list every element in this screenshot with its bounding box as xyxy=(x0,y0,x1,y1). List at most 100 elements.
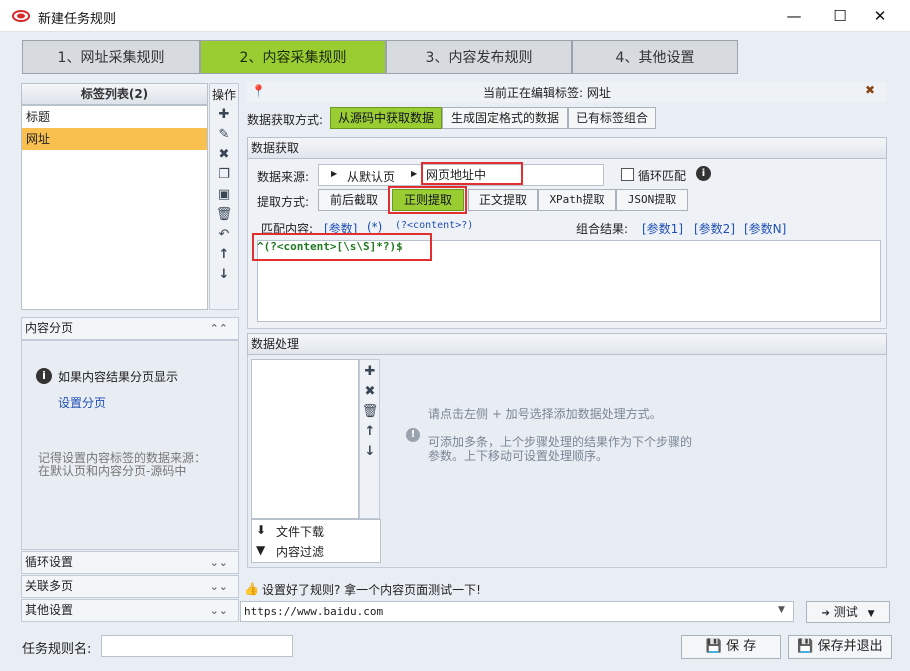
loop-settings-label: 循环设置 xyxy=(25,555,74,569)
tag-item-url[interactable]: 网址 xyxy=(22,128,207,150)
extract-body[interactable]: 正文提取 xyxy=(468,189,538,211)
test-button-label: 测试 xyxy=(833,605,858,619)
save-button[interactable]: 💾 保 存 xyxy=(681,635,781,659)
dropdown-arrow-icon: ▼ xyxy=(867,609,875,619)
step-other-settings[interactable]: 4、其他设置 xyxy=(572,40,738,74)
step-content-rules[interactable]: 2、内容采集规则 xyxy=(200,40,386,74)
token-param1[interactable]: [参数1] xyxy=(642,220,683,237)
test-url-value: https://www.baidu.com xyxy=(244,605,384,618)
extract-label: 提取方式: xyxy=(257,195,310,209)
token-content[interactable]: (?<content>?) xyxy=(395,220,473,231)
add-icon[interactable]: ✚ xyxy=(360,362,380,382)
source-current[interactable]: 网页地址中 xyxy=(426,166,486,183)
test-prompt: 设置好了规则? 拿一个内容页面测试一下! xyxy=(262,583,481,597)
test-url-input[interactable]: https://www.baidu.com ▼ xyxy=(240,601,794,622)
fetch-section: 数据来源: ▶ 从默认页 ▶ 网页地址中 循环匹配 i 提取方式: 前后截取 正… xyxy=(247,159,887,329)
thumbs-up-icon: 👍 xyxy=(244,582,259,596)
trash-icon[interactable]: 🗑 xyxy=(360,402,380,422)
move-down-icon[interactable]: ↓ xyxy=(214,265,234,285)
regex-code[interactable]: ^(?<content>[\s\S]*?)$ xyxy=(257,240,403,253)
move-up-icon[interactable]: ↑ xyxy=(360,422,380,442)
regex-highlight xyxy=(388,186,467,214)
processing-list[interactable] xyxy=(251,359,359,519)
app-logo-icon xyxy=(12,10,30,22)
paging-title: 内容分页 xyxy=(25,321,74,335)
paste-icon[interactable]: ▣ xyxy=(214,185,234,205)
paging-hint-2: 在默认页和内容分页-源码中 xyxy=(38,464,187,478)
chevron-up-icon: ⌃⌃ xyxy=(209,322,228,335)
paging-body: i 如果内容结果分页显示 设置分页 记得设置内容标签的数据来源： 在默认页和内容… xyxy=(21,340,239,550)
method-source[interactable]: 从源码中获取数据 xyxy=(330,107,442,129)
method-fixed[interactable]: 生成固定格式的数据 xyxy=(442,107,568,129)
processing-section-header: 数据处理 xyxy=(247,333,887,355)
extract-json[interactable]: JSON提取 xyxy=(616,189,688,211)
delete-icon[interactable]: ✖ xyxy=(360,382,380,402)
linked-pages-row[interactable]: 关联多页 ⌄⌄ xyxy=(21,575,239,598)
method-label: 数据获取方式: xyxy=(247,113,324,127)
save-icon: 💾 xyxy=(797,639,814,654)
step-url-rules[interactable]: 1、网址采集规则 xyxy=(22,40,200,74)
paging-header[interactable]: 内容分页 ⌃⌃ xyxy=(21,317,239,340)
set-paging-link[interactable]: 设置分页 xyxy=(58,394,106,411)
content-filter-item[interactable]: 内容过滤 xyxy=(276,543,324,560)
loop-settings-row[interactable]: 循环设置 ⌄⌄ xyxy=(21,551,239,574)
delete-icon[interactable]: ✖ xyxy=(214,145,234,165)
minimize-button[interactable]: — xyxy=(771,0,817,32)
close-editing-icon[interactable]: ✖ xyxy=(865,83,875,97)
tag-item-title[interactable]: 标题 xyxy=(22,106,207,128)
download-icon: ⬇ xyxy=(256,523,267,537)
other-settings-label: 其他设置 xyxy=(25,603,74,617)
rule-name-input[interactable] xyxy=(101,635,293,657)
processing-hint-2b: 参数。上下移动可设置处理顺序。 xyxy=(428,449,609,463)
tag-list-header: 标签列表(2) xyxy=(21,83,208,105)
warning-icon: ! xyxy=(406,428,420,442)
loop-match-label: 循环匹配 xyxy=(638,169,687,183)
processing-section: ✚ ✖ 🗑 ↑ ↓ ⬇ 文件下载 ▼ 内容过滤 请点击左侧 + 加号选择添加数据… xyxy=(247,355,887,568)
loop-match-checkbox[interactable] xyxy=(621,168,634,181)
extract-before-after[interactable]: 前后截取 xyxy=(318,189,390,211)
copy-icon[interactable]: ❐ xyxy=(214,165,234,185)
processing-hint-1: 请点击左侧 + 加号选择添加数据处理方式。 xyxy=(428,407,662,421)
undo-icon[interactable]: ↶ xyxy=(214,225,234,245)
fetch-section-header: 数据获取 xyxy=(247,137,887,159)
save-exit-button[interactable]: 💾 保存并退出 xyxy=(788,635,892,659)
trash-icon[interactable]: 🗑 xyxy=(214,205,234,225)
method-combine[interactable]: 已有标签组合 xyxy=(568,107,656,129)
add-icon[interactable]: ✚ xyxy=(214,105,234,125)
tag-ops-bar: 操作 ✚ ✎ ✖ ❐ ▣ 🗑 ↶ ↑ ↓ xyxy=(209,83,239,310)
info-icon[interactable]: i xyxy=(696,166,711,181)
tag-list: 标题 网址 xyxy=(21,105,208,310)
regex-code-highlight: ^(?<content>[\s\S]*?)$ xyxy=(252,233,432,261)
linked-pages-label: 关联多页 xyxy=(25,579,74,593)
close-button[interactable]: ✕ xyxy=(857,0,903,32)
rule-name-label: 任务规则名: xyxy=(22,642,92,657)
source-current-highlight: 网页地址中 xyxy=(421,162,523,185)
chevron-down-icon: ⌄⌄ xyxy=(209,580,228,593)
ops-label: 操作 xyxy=(211,88,236,102)
dropdown-arrow-icon[interactable]: ▼ xyxy=(778,605,785,615)
processing-quick-menu: ⬇ 文件下载 ▼ 内容过滤 xyxy=(251,519,381,563)
title-bar: 新建任务规则 — ☐ ✕ xyxy=(0,0,910,32)
filter-icon: ▼ xyxy=(256,543,266,557)
step-publish-rules[interactable]: 3、内容发布规则 xyxy=(386,40,572,74)
other-settings-row[interactable]: 其他设置 ⌄⌄ xyxy=(21,599,239,622)
wizard-steps: 1、网址采集规则 2、内容采集规则 3、内容发布规则 4、其他设置 xyxy=(22,40,738,74)
arrow-right-icon: ➔ xyxy=(821,608,830,619)
token-param2[interactable]: [参数2] xyxy=(694,220,735,237)
source-default[interactable]: 从默认页 xyxy=(347,168,395,185)
move-up-icon[interactable]: ↑ xyxy=(214,245,234,265)
combine-label: 组合结果: xyxy=(576,222,629,236)
save-icon: 💾 xyxy=(705,639,722,654)
token-wildcard[interactable]: (*) xyxy=(367,220,382,234)
move-down-icon[interactable]: ↓ xyxy=(360,442,380,462)
paging-info: 如果内容结果分页显示 xyxy=(58,370,179,384)
extract-xpath[interactable]: XPath提取 xyxy=(538,189,616,211)
editing-bar: 📍 当前正在编辑标签: 网址 ✖ xyxy=(247,82,887,102)
token-paramN[interactable]: [参数N] xyxy=(744,220,786,237)
editing-label: 当前正在编辑标签: 网址 xyxy=(483,86,611,100)
file-download-item[interactable]: 文件下载 xyxy=(276,523,324,540)
edit-icon[interactable]: ✎ xyxy=(214,125,234,145)
save-label: 保 存 xyxy=(726,639,757,654)
test-button[interactable]: ➔ 测试 ▼ xyxy=(806,601,890,623)
pin-icon: 📍 xyxy=(251,84,266,98)
